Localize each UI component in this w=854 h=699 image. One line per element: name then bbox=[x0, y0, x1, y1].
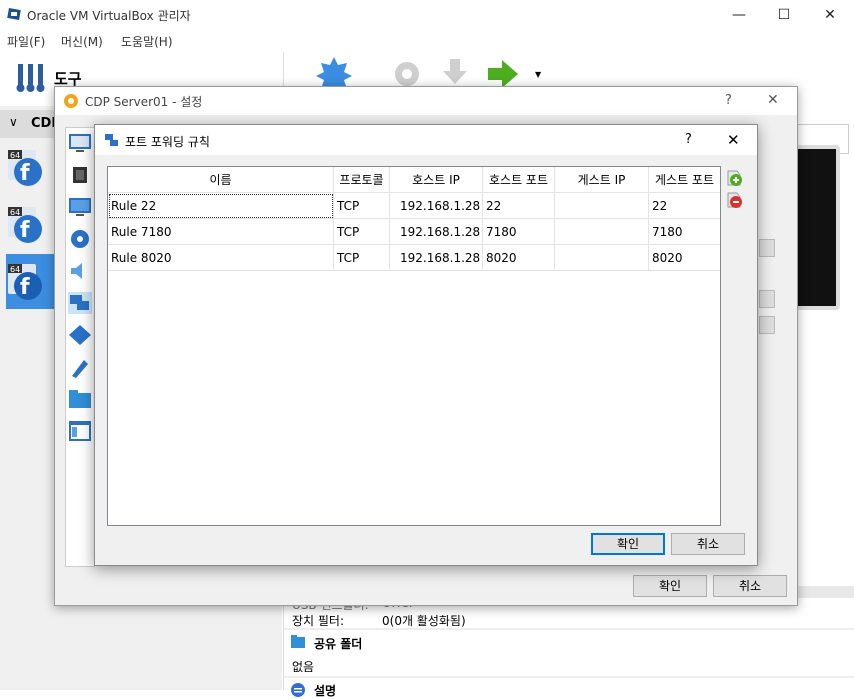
pf-titlebar: 포트 포워딩 규칙 ? ✕ bbox=[95, 125, 757, 155]
maximize-button[interactable]: ☐ bbox=[769, 4, 799, 26]
rule-name-cell[interactable]: Rule 7180 bbox=[108, 219, 334, 245]
shared-folders-header: 공유 폴더 bbox=[314, 637, 363, 651]
display-icon[interactable] bbox=[68, 196, 92, 218]
shared-folders-value: 없음 bbox=[292, 660, 315, 674]
vm-item[interactable]: 64 f bbox=[6, 197, 58, 252]
start-dropdown-icon[interactable]: ▼ bbox=[535, 70, 541, 79]
column-header-guest-port[interactable]: 게스트 포트 bbox=[649, 167, 720, 193]
fedora-icon: 64f bbox=[8, 207, 42, 243]
minimize-button[interactable]: — bbox=[724, 4, 754, 26]
storage-icon[interactable] bbox=[68, 228, 92, 250]
settings-close-button[interactable]: ✕ bbox=[767, 92, 779, 108]
guest-ip-cell[interactable] bbox=[555, 193, 649, 219]
audio-icon[interactable] bbox=[68, 260, 92, 282]
network-icon bbox=[105, 134, 118, 146]
settings-ok-button[interactable]: 확인 bbox=[633, 575, 707, 597]
description-header: 설명 bbox=[314, 684, 337, 698]
general-icon[interactable] bbox=[68, 132, 92, 154]
settings-titlebar: CDP Server01 - 설정 ? ✕ bbox=[55, 87, 797, 115]
pf-ok-button[interactable]: 확인 bbox=[591, 533, 665, 555]
menu-file[interactable]: 파일(F) bbox=[7, 33, 45, 50]
guest-port-cell[interactable]: 22 bbox=[649, 193, 720, 219]
column-header-name[interactable]: 이름 bbox=[108, 167, 334, 193]
settings-help-button[interactable]: ? bbox=[725, 93, 732, 108]
discard-arrow-icon[interactable] bbox=[440, 57, 470, 87]
settings-app-icon bbox=[64, 94, 78, 108]
host-ip-cell[interactable]: 192.168.1.28 bbox=[390, 193, 483, 219]
svg-text:64: 64 bbox=[10, 151, 20, 160]
remove-rule-icon[interactable] bbox=[725, 191, 743, 209]
add-rule-icon[interactable] bbox=[725, 169, 743, 187]
pf-help-button[interactable]: ? bbox=[685, 132, 692, 147]
svg-text:f: f bbox=[20, 275, 30, 300]
host-port-cell[interactable]: 7180 bbox=[483, 219, 555, 245]
vm-item-selected[interactable]: 64 f bbox=[6, 254, 58, 309]
pf-close-button[interactable]: ✕ bbox=[727, 131, 740, 149]
svg-text:64: 64 bbox=[10, 208, 20, 217]
table-row[interactable]: Rule 7180 TCP 192.168.1.28 7180 7180 bbox=[108, 219, 720, 245]
guest-port-cell[interactable]: 8020 bbox=[649, 245, 720, 271]
guest-port-cell[interactable]: 7180 bbox=[649, 219, 720, 245]
table-row[interactable]: Rule 22 TCP 192.168.1.28 22 22 bbox=[108, 193, 720, 219]
user-interface-icon[interactable] bbox=[68, 420, 92, 442]
protocol-cell[interactable]: TCP bbox=[334, 193, 390, 219]
column-header-host-port[interactable]: 호스트 포트 bbox=[483, 167, 555, 193]
guest-ip-cell[interactable] bbox=[555, 219, 649, 245]
table-row[interactable]: Rule 8020 TCP 192.168.1.28 8020 8020 bbox=[108, 245, 720, 271]
tools-icon bbox=[16, 64, 45, 92]
menubar: 파일(F) 머신(M) 도움말(H) bbox=[0, 30, 854, 52]
column-header-guest-ip[interactable]: 게스트 IP bbox=[555, 167, 649, 193]
main-titlebar: Oracle VM VirtualBox 관리자 — ☐ ✕ bbox=[0, 0, 854, 30]
device-filter-value: 0(0개 활성화됨) bbox=[382, 614, 466, 628]
window-close-button[interactable]: ✕ bbox=[815, 4, 845, 26]
serial-ports-icon[interactable] bbox=[68, 324, 92, 346]
virtualbox-icon bbox=[7, 8, 21, 20]
pf-title: 포트 포워딩 규칙 bbox=[125, 135, 210, 149]
protocol-cell[interactable]: TCP bbox=[334, 245, 390, 271]
port-forwarding-table[interactable]: 이름 프로토콜 호스트 IP 호스트 포트 게스트 IP 게스트 포트 Rule… bbox=[107, 166, 721, 526]
fedora-icon: 64f bbox=[8, 150, 42, 186]
host-port-cell[interactable]: 8020 bbox=[483, 245, 555, 271]
protocol-cell[interactable]: TCP bbox=[334, 219, 390, 245]
host-ip-cell[interactable]: 192.168.1.28 bbox=[390, 245, 483, 271]
rule-name-cell[interactable]: Rule 22 bbox=[108, 193, 334, 219]
column-header-protocol[interactable]: 프로토콜 bbox=[334, 167, 390, 193]
description-icon bbox=[291, 683, 305, 697]
menu-help[interactable]: 도움말(H) bbox=[121, 33, 173, 50]
device-filter-label: 장치 필터: bbox=[292, 614, 345, 628]
system-icon[interactable] bbox=[68, 164, 92, 186]
menu-machine[interactable]: 머신(M) bbox=[61, 33, 103, 50]
shared-folders-icon[interactable] bbox=[68, 388, 92, 410]
svg-text:64: 64 bbox=[10, 265, 20, 274]
vm-item[interactable]: 64 f bbox=[6, 140, 58, 195]
pf-cancel-button[interactable]: 취소 bbox=[671, 533, 745, 555]
window-title: Oracle VM VirtualBox 관리자 bbox=[27, 9, 191, 23]
network-icon[interactable] bbox=[68, 292, 92, 314]
column-header-host-ip[interactable]: 호스트 IP bbox=[390, 167, 483, 193]
host-ip-cell[interactable]: 192.168.1.28 bbox=[390, 219, 483, 245]
settings-cancel-button[interactable]: 취소 bbox=[713, 575, 787, 597]
guest-ip-cell[interactable] bbox=[555, 245, 649, 271]
usb-icon[interactable] bbox=[68, 356, 92, 378]
svg-text:f: f bbox=[20, 218, 30, 243]
collapse-chevron-icon[interactable]: ∨ bbox=[9, 115, 18, 129]
fedora-icon: 64f bbox=[8, 264, 42, 300]
port-forwarding-dialog: 포트 포워딩 규칙 ? ✕ 이름 프로토콜 호스트 IP 호스트 포트 게스트 … bbox=[94, 124, 758, 566]
shared-folder-icon bbox=[291, 635, 305, 648]
settings-title: CDP Server01 - 설정 bbox=[85, 95, 203, 109]
rule-name-cell[interactable]: Rule 8020 bbox=[108, 245, 334, 271]
settings-category-bar bbox=[65, 127, 95, 567]
host-port-cell[interactable]: 22 bbox=[483, 193, 555, 219]
svg-text:f: f bbox=[20, 161, 30, 186]
